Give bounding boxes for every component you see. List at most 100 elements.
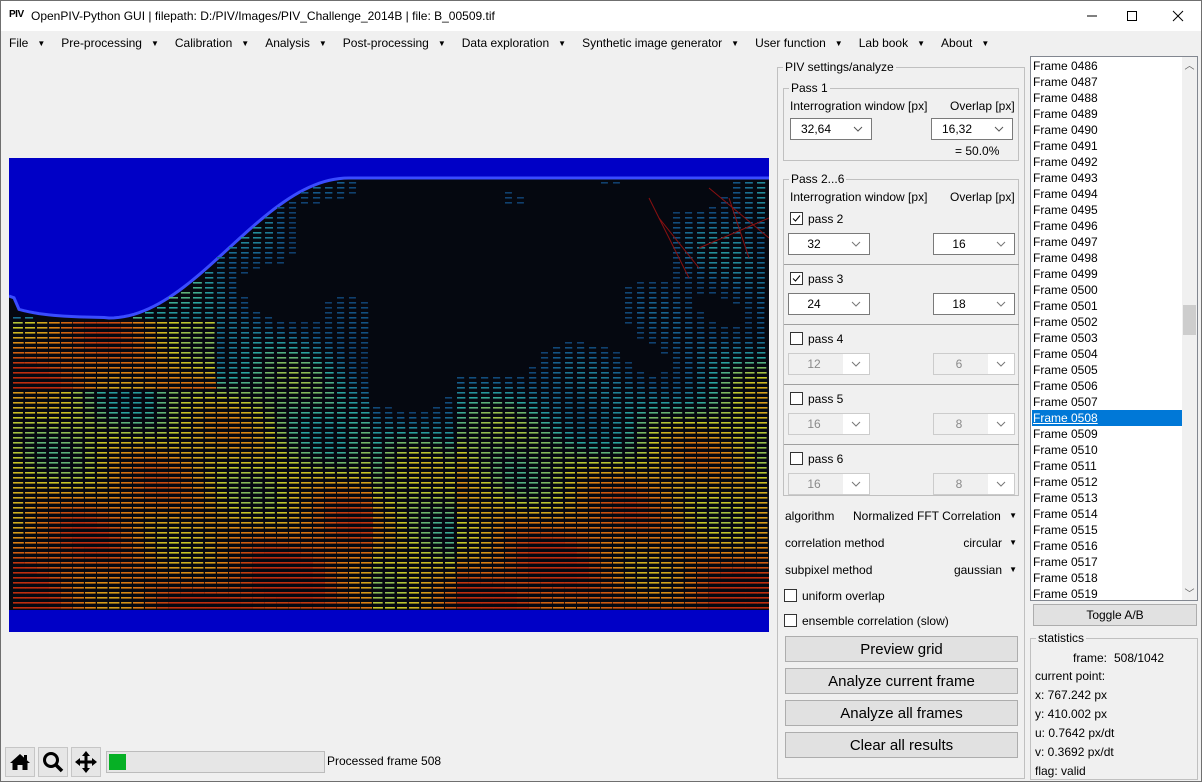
frame-list-scrollbar[interactable]: ︿ ﹀ <box>1182 57 1197 600</box>
frame-list-item[interactable]: Frame 0504 <box>1032 346 1183 362</box>
frame-list-item[interactable]: Frame 0497 <box>1032 234 1183 250</box>
pass-4-window-select[interactable]: 12 <box>788 353 870 375</box>
pass-5-window-select[interactable]: 16 <box>788 413 870 435</box>
menu-file[interactable]: File ▼ <box>1 32 53 54</box>
pass-4-overlap-select[interactable]: 6 <box>933 353 1015 375</box>
algorithm-select[interactable]: Normalized FFT Correlation ▼ <box>853 509 1019 523</box>
frame-list-item[interactable]: Frame 0494 <box>1032 186 1183 202</box>
vector-arrow <box>361 587 372 589</box>
frame-list-item[interactable]: Frame 0501 <box>1032 298 1183 314</box>
analyze-all-frames-button[interactable]: Analyze all frames <box>785 700 1018 726</box>
pass-3-overlap-select[interactable]: 18 <box>933 293 1015 315</box>
vector-arrow <box>505 402 514 404</box>
frame-list-item[interactable]: Frame 0505 <box>1032 362 1183 378</box>
pass-3-checkbox[interactable] <box>790 272 803 285</box>
pass-6-window-select[interactable]: 16 <box>788 473 870 495</box>
frame-list-item[interactable]: Frame 0487 <box>1032 74 1183 90</box>
vector-arrow <box>61 532 73 534</box>
menu-about[interactable]: About ▼ <box>933 32 997 54</box>
scroll-down-icon[interactable]: ﹀ <box>1182 585 1197 600</box>
frame-list-item[interactable]: Frame 0489 <box>1032 106 1183 122</box>
ensemble-correlation-checkbox[interactable] <box>784 614 797 627</box>
menu-analysis[interactable]: Analysis ▼ <box>257 32 335 54</box>
pass-6-overlap-select[interactable]: 8 <box>933 473 1015 495</box>
vector-arrow <box>373 422 382 424</box>
toggle-ab-button[interactable]: Toggle A/B <box>1033 604 1197 626</box>
frame-list-item[interactable]: Frame 0496 <box>1032 218 1183 234</box>
scroll-up-icon[interactable]: ︿ <box>1182 57 1197 72</box>
frame-list-item[interactable]: Frame 0490 <box>1032 122 1183 138</box>
frame-list-item[interactable]: Frame 0511 <box>1032 458 1183 474</box>
vector-arrow <box>253 552 265 554</box>
pass-2-window-select[interactable]: 32 <box>788 233 870 255</box>
piv-vector-plot[interactable] <box>9 158 769 632</box>
frame-list-item[interactable]: Frame 0495 <box>1032 202 1183 218</box>
frame-list-item[interactable]: Frame 0507 <box>1032 394 1183 410</box>
frame-list-item[interactable]: Frame 0519 <box>1032 586 1183 600</box>
frame-list[interactable]: Frame 0486 Frame 0487 Frame 0488 Frame 0489… <box>1030 56 1198 601</box>
vector-arrow <box>313 327 321 329</box>
frame-list-item[interactable]: Frame 0506 <box>1032 378 1183 394</box>
frame-list-item[interactable]: Frame 0517 <box>1032 554 1183 570</box>
vector-arrow <box>49 492 60 494</box>
vector-arrow <box>613 422 622 424</box>
pass-5-overlap-select[interactable]: 8 <box>933 413 1015 435</box>
uniform-overlap-checkbox[interactable] <box>784 589 797 602</box>
vector-arrow <box>37 572 49 574</box>
zoom-button[interactable] <box>38 747 68 777</box>
menu-post-processing[interactable]: Post-processing ▼ <box>335 32 454 54</box>
frame-list-item[interactable]: Frame 0509 <box>1032 426 1183 442</box>
frame-list-item[interactable]: Frame 0492 <box>1032 154 1183 170</box>
menu-pre-processing[interactable]: Pre-processing ▼ <box>53 32 167 54</box>
frame-list-item[interactable]: Frame 0515 <box>1032 522 1183 538</box>
subpixel-method-select[interactable]: gaussian ▼ <box>901 563 1019 577</box>
menu-data-exploration[interactable]: Data exploration ▼ <box>454 32 574 54</box>
vector-arrow <box>61 512 73 514</box>
pass-3-window-select[interactable]: 24 <box>788 293 870 315</box>
clear-all-results-button[interactable]: Clear all results <box>785 732 1018 758</box>
frame-list-item[interactable]: Frame 0491 <box>1032 138 1183 154</box>
frame-list-item[interactable]: Frame 0499 <box>1032 266 1183 282</box>
frame-list-item[interactable]: Frame 0510 <box>1032 442 1183 458</box>
pass-6-checkbox[interactable] <box>790 452 803 465</box>
frame-list-item[interactable]: Frame 0500 <box>1032 282 1183 298</box>
pan-button[interactable] <box>71 747 101 777</box>
vector-arrow <box>85 427 95 429</box>
frame-list-item[interactable]: Frame 0516 <box>1032 538 1183 554</box>
analyze-current-frame-button[interactable]: Analyze current frame <box>785 668 1018 694</box>
frame-list-item[interactable]: Frame 0493 <box>1032 170 1183 186</box>
frame-list-item[interactable]: Frame 0503 <box>1032 330 1183 346</box>
frame-list-item[interactable]: Frame 0488 <box>1032 90 1183 106</box>
frame-list-item[interactable]: Frame 0508 <box>1032 410 1183 426</box>
frame-list-item[interactable]: Frame 0513 <box>1032 490 1183 506</box>
vector-arrow <box>277 537 289 539</box>
pass-4-checkbox[interactable] <box>790 332 803 345</box>
menu-synthetic-image-generator[interactable]: Synthetic image generator ▼ <box>574 32 747 54</box>
close-button[interactable] <box>1155 1 1201 31</box>
maximize-button[interactable] <box>1109 1 1155 31</box>
menu-lab-book[interactable]: Lab book ▼ <box>851 32 933 54</box>
home-button[interactable] <box>5 747 35 777</box>
correlation-method-select[interactable]: circular ▼ <box>901 536 1019 550</box>
pass1-overlap-select[interactable]: 16,32 <box>931 118 1013 140</box>
frame-list-item[interactable]: Frame 0512 <box>1032 474 1183 490</box>
menu-calibration[interactable]: Calibration ▼ <box>167 32 257 54</box>
vector-arrow <box>445 592 457 594</box>
frame-list-item[interactable]: Frame 0498 <box>1032 250 1183 266</box>
pass1-window-select[interactable]: 32,64 <box>790 118 872 140</box>
frame-list-item[interactable]: Frame 0518 <box>1032 570 1183 586</box>
scrollbar-thumb[interactable] <box>1183 305 1196 335</box>
frame-list-item[interactable]: Frame 0502 <box>1032 314 1183 330</box>
frame-list-item[interactable]: Frame 0514 <box>1032 506 1183 522</box>
vector-arrow <box>349 597 360 599</box>
vector-arrow <box>517 542 529 544</box>
vector-arrow <box>301 432 310 434</box>
menu-user-function[interactable]: User function ▼ <box>747 32 851 54</box>
vector-arrow <box>373 477 383 479</box>
pass-5-checkbox[interactable] <box>790 392 803 405</box>
vector-arrow <box>409 512 419 514</box>
pass-2-checkbox[interactable] <box>790 212 803 225</box>
pass-2-overlap-select[interactable]: 16 <box>933 233 1015 255</box>
frame-list-item[interactable]: Frame 0486 <box>1032 58 1183 74</box>
preview-grid-button[interactable]: Preview grid <box>785 636 1018 662</box>
